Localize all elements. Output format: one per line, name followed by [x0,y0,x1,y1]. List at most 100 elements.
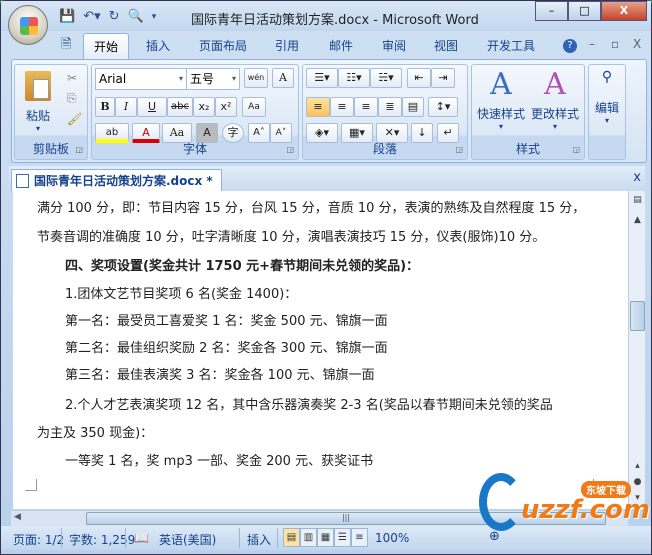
tab-references[interactable]: 引用 [275,37,299,54]
tab-mailings[interactable]: 邮件 [329,37,353,54]
document-page[interactable]: 满分 100 分，即：节目内容 15 分，台风 15 分，音质 10 分，表演的… [13,191,628,509]
quick-access-toolbar: 💾 ↶▾ ↻ 🔍 ▾ [59,9,156,24]
paragraph-line: 1.团体文艺节目奖项 6 名(奖金 1400)： [65,287,298,302]
document-tab-bar: 国际青年日活动策划方案.docx * x [9,166,645,191]
change-styles-button[interactable]: A 更改样式 ▾ [528,67,582,131]
word-doc-icon [16,174,29,188]
paragraph-line: 2.个人才艺表演奖项 12 名，其中含乐器演奏奖 2-3 名(奖品以春节期间未兑… [65,398,553,413]
customize-qat-icon[interactable]: ▾ [152,9,157,24]
styles-group: A 快速样式 ▾ A 更改样式 ▾ 样式 ◲ [471,64,585,160]
word-window: 💾 ↶▾ ↻ 🔍 ▾ 国际青年日活动策划方案.docx - Microsoft … [0,0,652,555]
format-painter-icon[interactable]: 🖌 [67,112,82,126]
decrease-indent-button[interactable]: ⇤ [407,68,431,88]
undo-icon[interactable]: ↶▾ [83,9,100,24]
office-logo-icon [20,17,38,35]
zoom-level[interactable]: 100% [375,531,409,545]
strikethrough-button[interactable]: abc [167,97,193,117]
bold-button[interactable]: B [95,97,115,117]
styles-group-label: 样式 [515,142,540,156]
logo-text: uzzf.com [521,495,650,525]
line-spacing-button[interactable]: ↕▾ [428,97,458,117]
paragraph-line: 第一名：最受员工喜爱奖 1 名：奖金 500 元、锦旗一面 [65,314,388,329]
draft-view-button[interactable]: ≡ [351,528,368,547]
paragraph-line: 第二名：最佳组织奖励 2 名：奖金各 300 元、锦旗一面 [65,341,388,356]
bullets-button[interactable]: ☰▾ [306,68,338,88]
dialog-launcher-icon[interactable]: ◲ [75,145,83,154]
character-border-button[interactable]: A [272,68,294,88]
ribbon-close-button[interactable]: X [633,37,641,51]
justify-button[interactable]: ≣ [378,97,402,117]
vertical-scrollbar[interactable]: ▤ ▲ ▴ ● ▾ [628,191,645,509]
align-right-button[interactable]: ≡ [354,97,378,117]
close-button[interactable]: X [601,1,647,21]
outline-view-button[interactable]: ☰ [334,528,351,547]
word-doc-icon[interactable]: 🗎 [61,35,71,57]
tab-review[interactable]: 审阅 [382,37,406,54]
font-size-combo[interactable]: 五号 ▾ [186,68,240,90]
redo-icon[interactable]: ↻ [109,9,120,24]
insert-mode[interactable]: 插入 [247,531,271,548]
paragraph-group: ☰▾ ☷▾ ☵▾ ⇤ ⇥ ≡ ≡ ≡ ≣ ▤ ↕▾ ◈▾ ▦▾ ✕▾ ↓ ↵ 段… [302,64,468,160]
multilevel-list-button[interactable]: ☵▾ [370,68,402,88]
proofing-icon[interactable]: 📖 [134,531,149,545]
page-count[interactable]: 页面: 1/2 [13,531,64,548]
subscript-button[interactable]: x₂ [193,97,215,117]
change-styles-icon: A [544,67,566,102]
numbering-button[interactable]: ☷▾ [338,68,370,88]
align-left-button[interactable]: ≡ [306,97,330,117]
editing-group: ⚲ 编辑 ▾ [588,64,626,160]
maximize-button[interactable]: □ [568,1,601,21]
ribbon-restore-button[interactable]: ▫ [611,37,619,51]
section-heading: 四、奖项设置(奖金共计 1750 元+春节期间未兑领的奖品)： [65,259,420,274]
font-group: Arial ▾ 五号 ▾ wén A B I U abc x₂ x² Aa ab A… [91,64,299,160]
chevron-down-icon: ▾ [178,74,183,83]
tab-home[interactable]: 开始 [83,33,130,59]
scroll-up-button[interactable]: ▲ [630,213,645,228]
web-layout-button[interactable]: ▦ [317,528,334,547]
print-preview-icon[interactable]: 🔍 [128,9,144,24]
align-center-button[interactable]: ≡ [330,97,354,117]
dialog-launcher-icon[interactable]: ◲ [572,145,580,154]
title-bar: 💾 ↶▾ ↻ 🔍 ▾ 国际青年日活动策划方案.docx - Microsoft … [1,1,651,31]
underline-button[interactable]: U [137,97,167,117]
help-icon[interactable]: ? [563,39,577,53]
page-corner-mark [25,479,37,491]
editing-button[interactable]: ⚲ 编辑 ▾ [591,69,623,125]
print-layout-view-button[interactable]: ▤ [283,528,300,547]
quick-styles-icon: A [490,67,512,102]
document-tab[interactable]: 国际青年日活动策划方案.docx * [11,169,222,191]
minimize-button[interactable]: – [535,1,568,21]
paragraph-line: 为主及 350 现金)： [37,426,154,441]
tab-view[interactable]: 视图 [434,37,458,54]
phonetic-guide-button[interactable]: wén [244,68,268,88]
tab-developer[interactable]: 开发工具 [487,37,535,54]
paste-button[interactable]: 粘贴 ▾ [21,71,55,133]
ruler-toggle-icon[interactable]: ▤ [630,193,645,208]
ribbon-tabs: 🗎 开始 插入 页面布局 引用 邮件 审阅 视图 开发工具 ? – ▫ X [1,31,651,59]
font-name-combo[interactable]: Arial ▾ [95,68,187,90]
superscript-button[interactable]: x² [215,97,237,117]
scroll-thumb[interactable] [630,301,645,331]
quick-styles-button[interactable]: A 快速样式 ▾ [474,67,528,131]
dialog-launcher-icon[interactable]: ◲ [286,145,294,154]
italic-button[interactable]: I [115,97,137,117]
tab-insert[interactable]: 插入 [146,37,170,54]
clear-formatting-button[interactable]: Aa [242,97,266,117]
language-indicator[interactable]: 英语(美国) [159,531,216,548]
distributed-button[interactable]: ▤ [402,97,424,117]
ribbon: 粘贴 ▾ ✂ ⎘ 🖌 剪贴板 ◲ Arial ▾ 五号 ▾ wén A B I U a… [11,59,647,163]
office-button[interactable] [8,5,48,45]
scroll-left-button[interactable]: ◀ [14,512,21,522]
close-document-button[interactable]: x [633,170,641,185]
dialog-launcher-icon[interactable]: ◲ [455,145,463,154]
save-icon[interactable]: 💾 [59,9,75,24]
ribbon-minimize-button[interactable]: – [589,37,595,51]
tab-page-layout[interactable]: 页面布局 [199,37,247,54]
increase-indent-button[interactable]: ⇥ [431,68,455,88]
copy-icon[interactable]: ⎘ [67,91,77,106]
cut-icon[interactable]: ✂ [67,71,77,85]
font-group-label: 字体 [182,142,207,156]
paragraph-line: 节奏音调的准确度 10 分，吐字清晰度 10 分，演唱表演技巧 15 分，仪表(… [37,230,546,245]
full-screen-reading-button[interactable]: ▥ [300,528,317,547]
clipboard-icon [25,71,51,101]
